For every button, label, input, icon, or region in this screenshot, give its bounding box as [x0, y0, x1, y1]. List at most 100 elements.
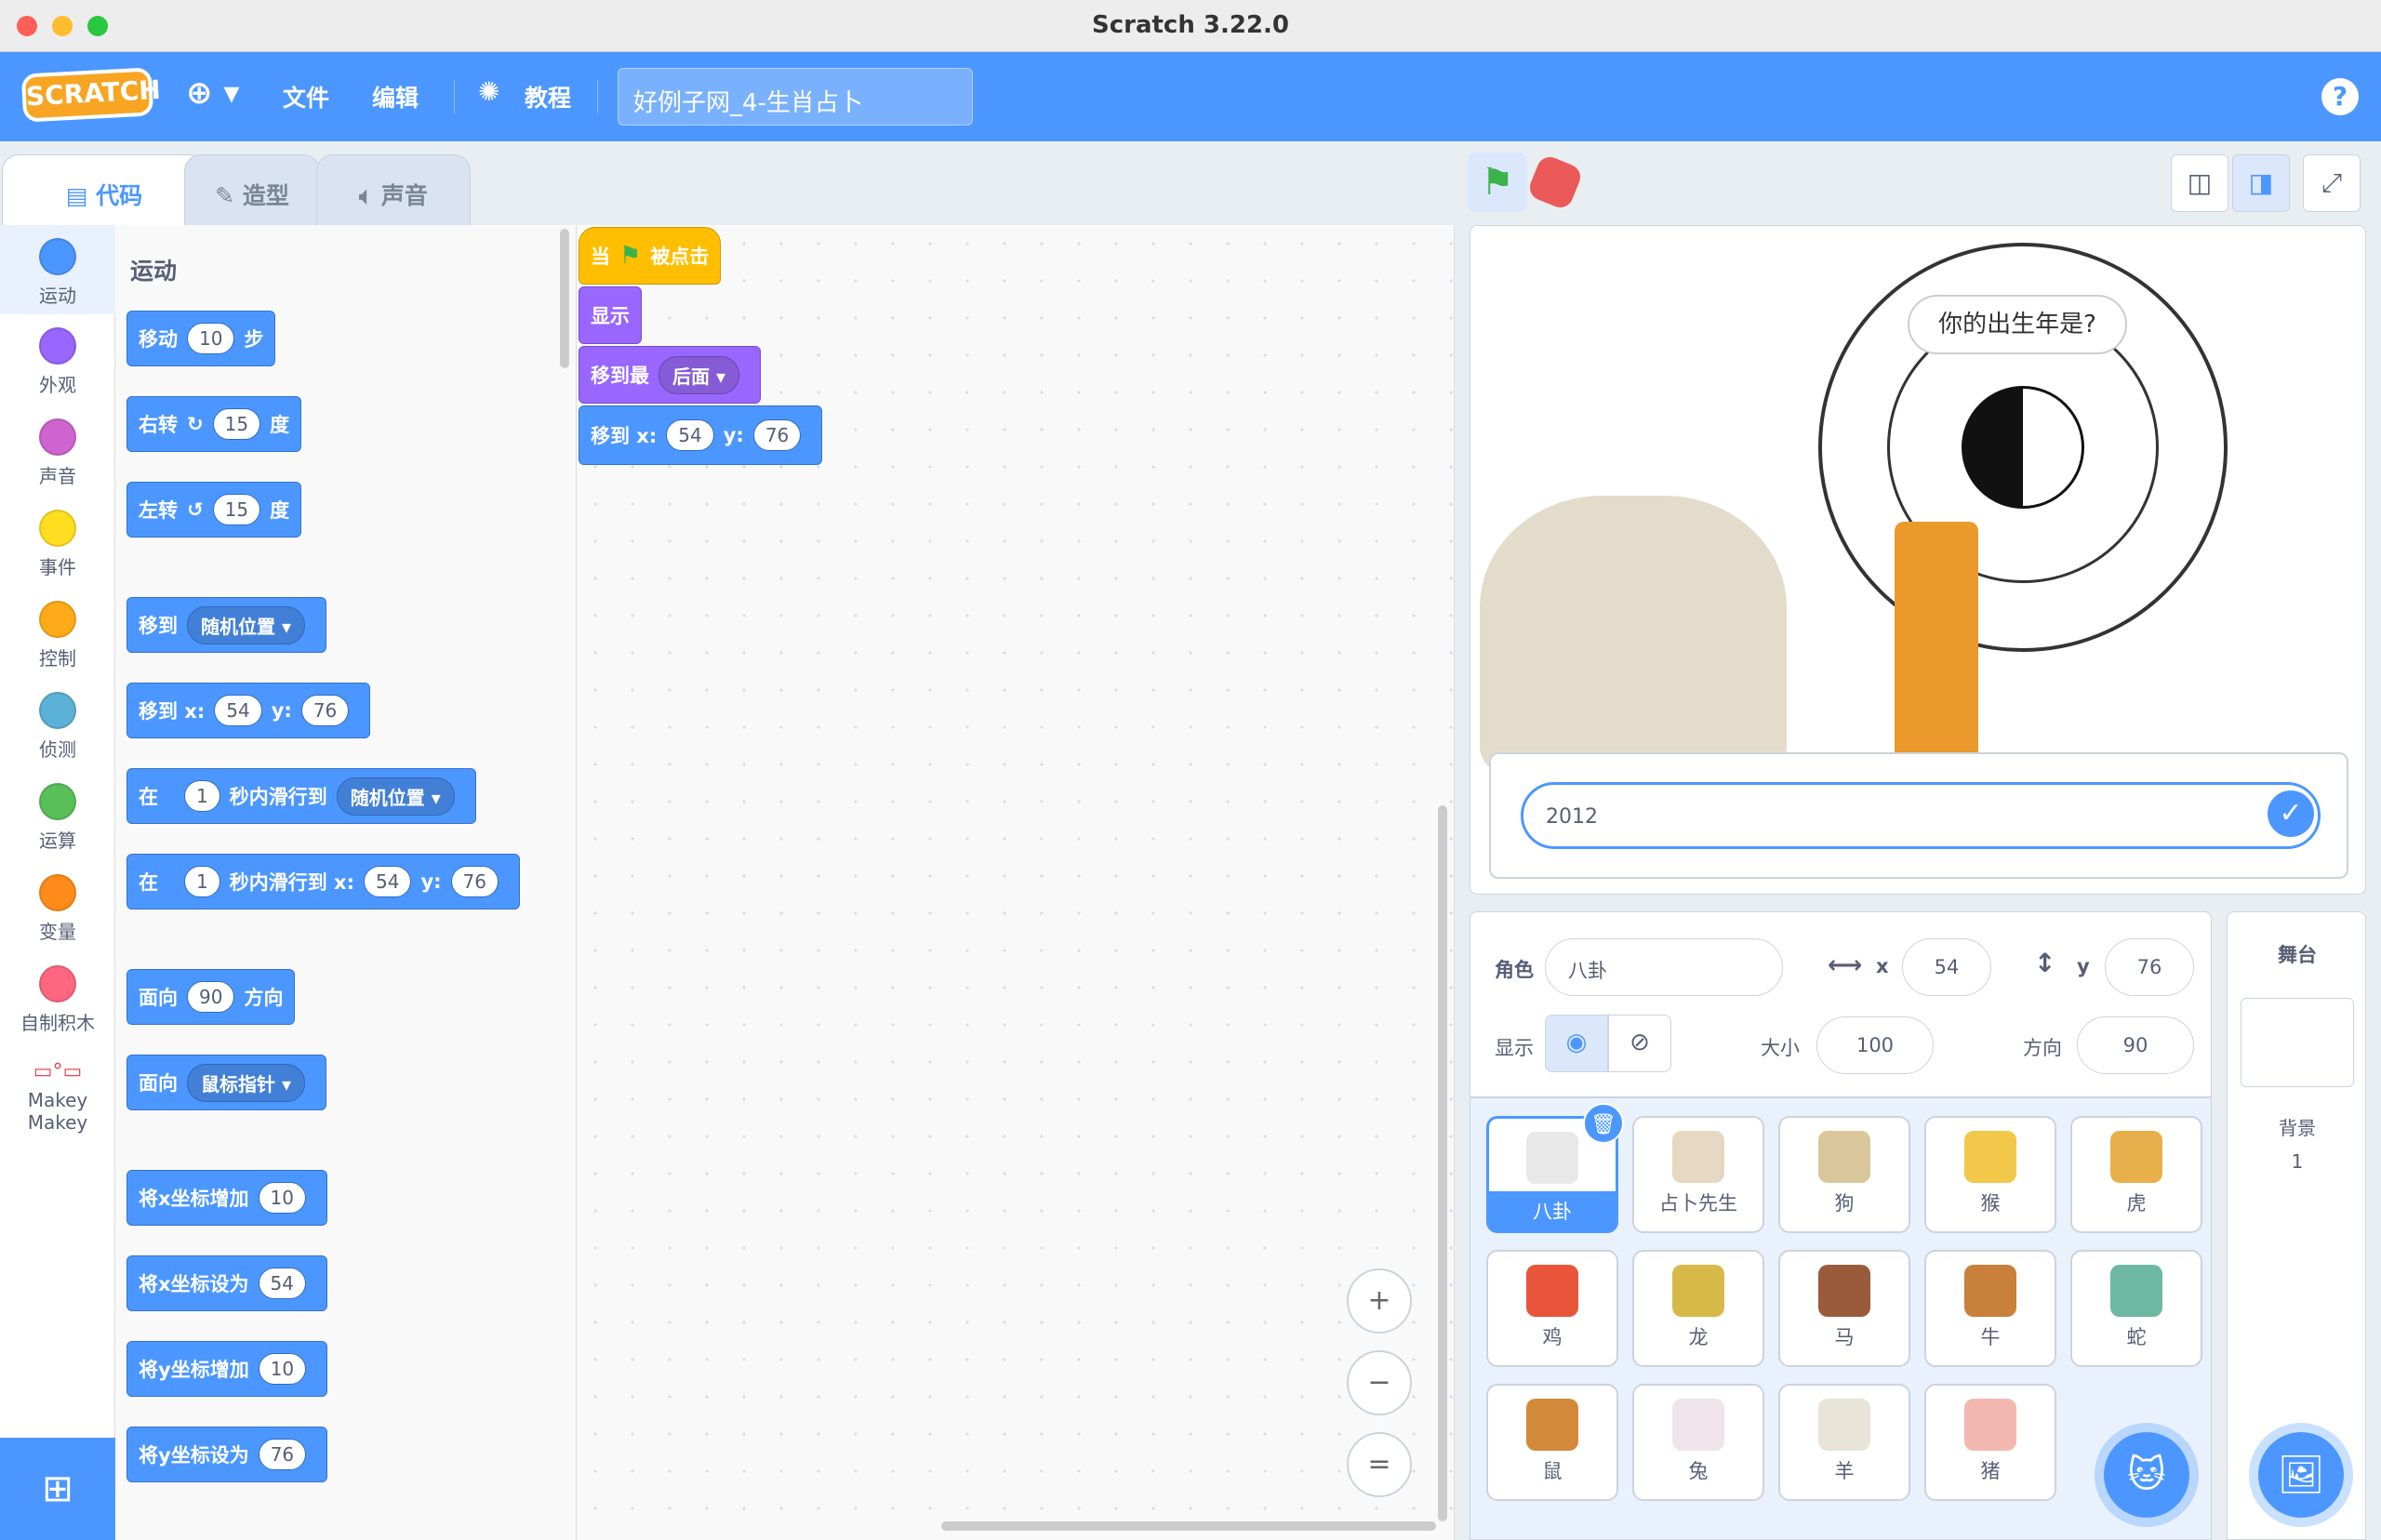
category-looks[interactable]: 外观 [0, 327, 115, 397]
category-variables[interactable]: 变量 [0, 874, 115, 944]
block-number-input[interactable]: 10 [258, 1353, 307, 1385]
block-set-y[interactable]: 将y坐标设为 76 [126, 1427, 328, 1482]
add-sprite-button[interactable]: 🐱 [2104, 1432, 2189, 1518]
block-dropdown[interactable]: 后面 ▾ [658, 355, 740, 394]
block-dropdown[interactable]: 随机位置 ▾ [336, 777, 455, 816]
edit-menu[interactable]: 编辑 [372, 80, 419, 113]
stage-thumbnail[interactable] [2241, 998, 2354, 1087]
block-turn-right[interactable]: 右转 ↻ 15 度 [126, 396, 302, 452]
block-number-input[interactable]: 54 [364, 866, 412, 897]
stage-canvas[interactable]: 你的出生年是? 2012 ✓ [1470, 225, 2366, 895]
sprite-tile[interactable]: 猪 [1924, 1384, 2056, 1501]
tutorials-menu[interactable]: 教程 [525, 80, 571, 113]
category-sound[interactable]: 声音 [0, 418, 115, 488]
sprite-name-input[interactable]: 八卦 [1545, 938, 1783, 996]
block-move-steps[interactable]: 移动 10 步 [126, 311, 276, 366]
block-dropdown[interactable]: 随机位置 ▾ [187, 605, 306, 644]
language-globe-icon[interactable]: ⊕ ▾ [186, 74, 239, 112]
block-glide-random[interactable]: 在 1 秒内滑行到 随机位置 ▾ [126, 768, 476, 824]
script-goto-xy[interactable]: 移到 x: 54 y: 76 [579, 405, 823, 465]
sprite-tile[interactable]: 兔 [1632, 1384, 1764, 1501]
block-number-input[interactable]: 54 [258, 1268, 306, 1299]
zoom-out-button[interactable]: − [1347, 1350, 1412, 1415]
scratch-logo[interactable]: SCRATCH [20, 67, 162, 123]
add-extension-button[interactable]: ⊞ [0, 1438, 115, 1540]
block-number-input[interactable]: 76 [258, 1439, 307, 1470]
sprite-tile[interactable]: 牛 [1924, 1250, 2056, 1367]
sprite-tile[interactable]: 蛇 [2070, 1250, 2202, 1367]
normal-stage-button[interactable]: ◨ [2232, 154, 2290, 212]
block-number-input[interactable]: 15 [212, 494, 261, 525]
block-turn-left[interactable]: 左转 ↺ 15 度 [126, 482, 302, 538]
project-title-input[interactable]: 好例子网_4-生肖占卜 [618, 68, 973, 126]
block-point-direction[interactable]: 面向 90 方向 [126, 969, 296, 1025]
file-menu[interactable]: 文件 [283, 80, 329, 113]
block-change-y[interactable]: 将y坐标增加 10 [126, 1341, 328, 1397]
category-makey-makey[interactable]: ▭°▭ Makey Makey [0, 1060, 115, 1134]
sprite-tile[interactable]: 狗 [1778, 1116, 1910, 1233]
workspace-horizontal-scrollbar[interactable] [941, 1521, 1436, 1531]
tab-sounds[interactable]: 🔈︎ 声音 [316, 154, 471, 227]
tab-costumes[interactable]: ✎ 造型 [184, 154, 320, 227]
answer-input[interactable]: 2012 ✓ [1521, 782, 2321, 849]
script-go-to-layer[interactable]: 移到最 后面 ▾ [579, 346, 762, 404]
sprite-tile[interactable]: 猴 [1924, 1116, 2056, 1233]
script-show[interactable]: 显示 [579, 286, 642, 344]
stop-button[interactable] [1525, 153, 1585, 212]
sprite-tile[interactable]: 羊 [1778, 1384, 1910, 1501]
block-number-input[interactable]: 54 [214, 695, 262, 726]
sprite-tile[interactable]: 占卜先生 [1632, 1116, 1764, 1233]
size-input[interactable]: 100 [1816, 1016, 1934, 1074]
help-icon[interactable]: ? [2321, 78, 2359, 115]
tutorials-bulb-icon[interactable]: ✺ [478, 76, 499, 107]
block-number-input[interactable]: 90 [187, 981, 235, 1013]
block-number-input[interactable]: 1 [184, 866, 220, 897]
hide-button[interactable]: ⊘ [1608, 1015, 1671, 1072]
category-operators[interactable]: 运算 [0, 783, 115, 853]
block-number-input[interactable]: 15 [212, 408, 261, 440]
tab-code[interactable]: ▤ 代码 [2, 154, 206, 227]
block-number-input[interactable]: 10 [258, 1182, 306, 1214]
submit-check-icon[interactable]: ✓ [2268, 790, 2314, 837]
block-word: y: [420, 870, 442, 893]
block-number-input[interactable]: 76 [752, 419, 802, 451]
add-backdrop-button[interactable]: 🖼 [2258, 1432, 2344, 1518]
sprite-tile[interactable]: 鸡 [1486, 1250, 1618, 1367]
block-number-input[interactable]: 10 [187, 323, 235, 354]
block-number-input[interactable]: 54 [666, 419, 714, 451]
block-goto-xy[interactable]: 移到 x: 54 y: 76 [126, 683, 371, 738]
block-goto-random[interactable]: 移到 随机位置 ▾ [126, 597, 327, 653]
zoom-reset-button[interactable]: = [1347, 1432, 1412, 1497]
palette-scrollbar[interactable] [560, 229, 569, 368]
workspace-vertical-scrollbar[interactable] [1438, 805, 1447, 1521]
y-position-input[interactable]: 76 [2105, 938, 2194, 996]
block-change-x[interactable]: 将x坐标增加 10 [126, 1170, 327, 1226]
sprite-tile[interactable]: 虎 [2070, 1116, 2202, 1233]
block-number-input[interactable]: 76 [450, 866, 499, 897]
show-visible-button[interactable]: ◉ [1545, 1015, 1608, 1072]
small-stage-button[interactable]: ◫ [2171, 154, 2228, 212]
category-motion[interactable]: 运动 [0, 225, 115, 314]
block-set-x[interactable]: 将x坐标设为 54 [126, 1255, 327, 1311]
category-my-blocks[interactable]: 自制积木 [0, 965, 115, 1035]
block-glide-xy[interactable]: 在 1 秒内滑行到 x: 54 y: 76 [126, 854, 520, 909]
fortune-teller-sprite[interactable] [1480, 496, 1787, 775]
block-number-input[interactable]: 1 [184, 780, 220, 812]
block-number-input[interactable]: 76 [300, 695, 350, 726]
direction-input[interactable]: 90 [2077, 1016, 2194, 1074]
x-position-input[interactable]: 54 [1902, 938, 1991, 996]
extension-icon: ⊞ [42, 1467, 73, 1510]
category-control[interactable]: 控制 [0, 601, 115, 670]
category-events[interactable]: 事件 [0, 510, 115, 579]
green-flag-button[interactable]: ⚑ [1468, 153, 1527, 212]
delete-sprite-icon[interactable]: 🗑 [1583, 1103, 1624, 1144]
sprite-tile[interactable]: 鼠 [1486, 1384, 1618, 1501]
script-when-flag-clicked[interactable]: 当 ⚑ 被点击 [579, 227, 722, 285]
category-sensing[interactable]: 侦测 [0, 692, 115, 762]
block-dropdown[interactable]: 鼠标指针 ▾ [187, 1063, 306, 1102]
fullscreen-button[interactable]: ⤢ [2303, 154, 2361, 212]
block-point-towards[interactable]: 面向 鼠标指针 ▾ [126, 1055, 327, 1110]
sprite-tile[interactable]: 龙 [1632, 1250, 1764, 1367]
sprite-tile[interactable]: 马 [1778, 1250, 1910, 1367]
zoom-in-button[interactable]: + [1347, 1268, 1412, 1334]
